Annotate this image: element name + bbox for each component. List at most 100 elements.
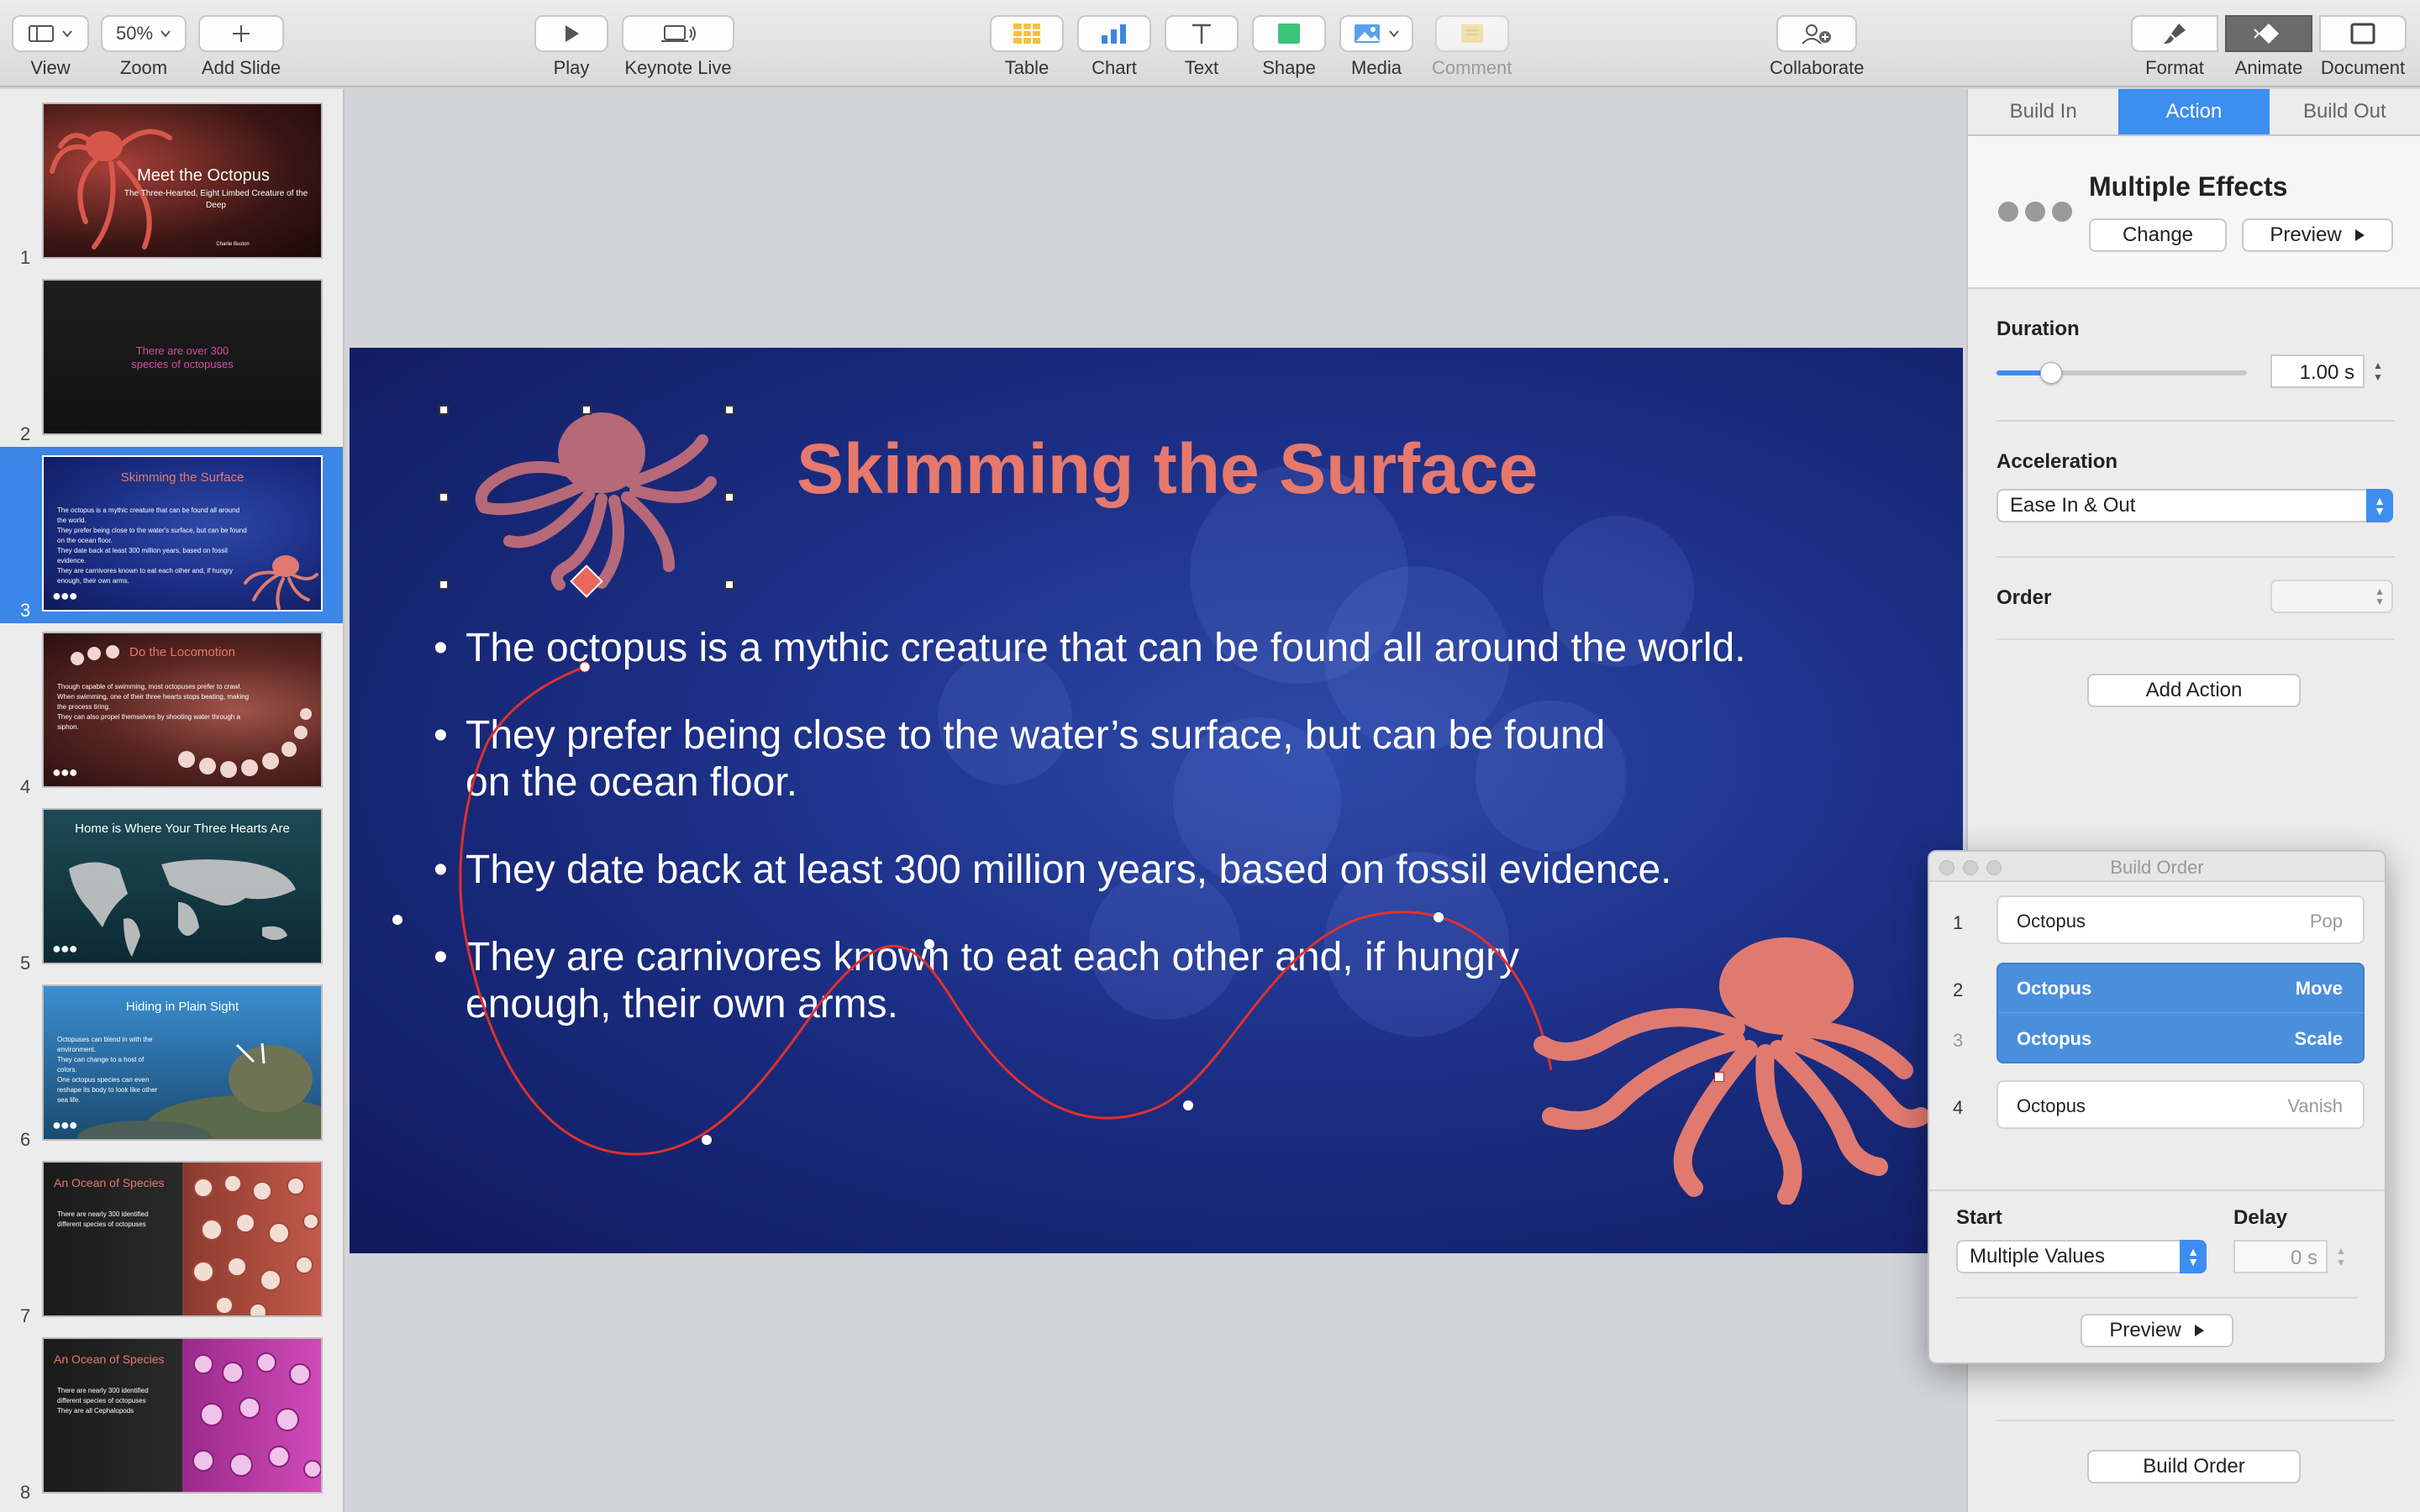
- animate-control[interactable]: Animate: [2222, 15, 2316, 79]
- add-slide-control[interactable]: Add Slide: [198, 15, 284, 79]
- selection-handle[interactable]: [439, 492, 449, 502]
- collaborate-control[interactable]: Collaborate: [1770, 15, 1865, 79]
- start-select[interactable]: Multiple Values ▲ ▼: [1956, 1240, 2207, 1273]
- media-control[interactable]: Media: [1339, 15, 1413, 79]
- motion-path[interactable]: [459, 740, 1553, 1156]
- selection-handle[interactable]: [724, 492, 734, 502]
- path-node[interactable]: [702, 1135, 712, 1145]
- octopus-end-image[interactable]: [1509, 936, 1946, 1205]
- slide-thumb-image: There are over 300 species of octopuses: [42, 279, 323, 435]
- selection-handle[interactable]: [724, 405, 734, 415]
- preview-button[interactable]: Preview: [2242, 218, 2393, 252]
- text-control[interactable]: Text: [1165, 15, 1239, 79]
- selection-handle[interactable]: [724, 580, 734, 590]
- slide-thumbnail-6[interactable]: Hiding in Plain Sight Octopuses can blen…: [0, 976, 343, 1152]
- tab-action[interactable]: Action: [2118, 89, 2270, 134]
- selection-handle[interactable]: [439, 580, 449, 590]
- document-control[interactable]: Document: [2316, 15, 2410, 79]
- tab-build-out[interactable]: Build Out: [2270, 89, 2420, 134]
- add-slide-button[interactable]: [198, 15, 284, 52]
- media-button[interactable]: [1339, 15, 1413, 52]
- divider: [1996, 556, 2395, 558]
- start-value: Multiple Values: [1970, 1245, 2105, 1268]
- path-node[interactable]: [924, 939, 934, 949]
- format-label: Format: [2145, 57, 2204, 78]
- play-control[interactable]: Play: [534, 15, 608, 79]
- play-icon: [2194, 1325, 2204, 1336]
- format-button[interactable]: [2131, 15, 2218, 52]
- collaborate-button[interactable]: [1776, 15, 1858, 52]
- duration-slider-thumb[interactable]: [2039, 362, 2062, 384]
- slide-number: 6: [20, 1129, 31, 1150]
- window-titlebar[interactable]: Build Order: [1929, 852, 2385, 882]
- chart-control[interactable]: Chart: [1077, 15, 1151, 79]
- octopus-start-image[interactable]: [475, 412, 717, 591]
- path-points[interactable]: [392, 661, 591, 949]
- path-end-node[interactable]: [1714, 1072, 1724, 1082]
- delay-stepper[interactable]: ▲ ▼: [2333, 1240, 2349, 1273]
- tab-build-in[interactable]: Build In: [1968, 89, 2118, 134]
- paintbrush-icon: [2164, 24, 2186, 45]
- zoom-control[interactable]: 50% Zoom: [101, 15, 187, 79]
- divider: [1996, 420, 2395, 422]
- zoom-select[interactable]: 50%: [101, 15, 187, 52]
- build-order-item[interactable]: Octopus Move: [1998, 964, 2363, 1013]
- effect-panel: Multiple Effects Change Preview: [1968, 136, 2420, 289]
- acceleration-select[interactable]: Ease In & Out ▲ ▼: [1996, 489, 2393, 522]
- keynote-live-button[interactable]: [622, 15, 734, 52]
- build-order-button[interactable]: Build Order: [2087, 1450, 2301, 1483]
- selection-handle[interactable]: [581, 405, 592, 415]
- slide-thumbnail-3[interactable]: Skimming the Surface The octopus is a my…: [0, 447, 343, 623]
- window-title: Build Order: [2110, 857, 2204, 878]
- text-button[interactable]: [1165, 15, 1239, 52]
- build-order-item[interactable]: Octopus Scale: [1998, 1015, 2363, 1063]
- chart-label: Chart: [1092, 57, 1137, 78]
- add-action-button[interactable]: Add Action: [2087, 674, 2301, 707]
- order-select[interactable]: ▲ ▼: [2270, 580, 2393, 613]
- slide-thumb-image: Skimming the Surface The octopus is a my…: [42, 455, 323, 612]
- slide-thumb-image: Meet the Octopus The Three-Hearted, Eigh…: [42, 102, 323, 259]
- zoom-label: Zoom: [119, 57, 168, 78]
- shape-button[interactable]: [1252, 15, 1326, 52]
- change-button[interactable]: Change: [2089, 218, 2227, 252]
- slide-number: 8: [20, 1482, 31, 1503]
- slide-thumbnail-4[interactable]: Do the Locomotion Though capable of swim…: [0, 623, 343, 800]
- view-button[interactable]: [12, 15, 89, 52]
- path-node[interactable]: [392, 915, 402, 925]
- build-order-item[interactable]: Octopus Vanish: [1996, 1080, 2365, 1129]
- path-node[interactable]: [1434, 912, 1444, 922]
- view-control[interactable]: View: [12, 15, 89, 79]
- keynote-live-control[interactable]: Keynote Live: [622, 15, 734, 79]
- duration-stepper[interactable]: ▲ ▼: [2370, 354, 2386, 388]
- table-control[interactable]: Table: [990, 15, 1064, 79]
- selection-handle[interactable]: [439, 405, 449, 415]
- slide-thumbnail-2[interactable]: There are over 300 species of octopuses …: [0, 270, 343, 447]
- build-order-group[interactable]: Octopus Move Octopus Scale: [1996, 963, 2365, 1063]
- shape-control[interactable]: Shape: [1252, 15, 1326, 79]
- build-index: 4: [1953, 1097, 1964, 1118]
- build-order-item[interactable]: Octopus Pop: [1996, 895, 2365, 944]
- chevron-down-icon: [1389, 30, 1399, 38]
- duration-slider[interactable]: [1996, 362, 2247, 384]
- delay-field[interactable]: 0 s: [2233, 1240, 2328, 1273]
- duration-field[interactable]: 1.00 s: [2270, 354, 2365, 388]
- slide-number: 3: [20, 600, 31, 621]
- toolbar: View 50% Zoom Add Slide Play Keynote Liv…: [0, 0, 2420, 87]
- slide-thumbnail-7[interactable]: An Ocean of Species There are nearly 300…: [0, 1152, 343, 1329]
- slide-thumb-title: Meet the Octopus: [137, 166, 270, 185]
- chart-button[interactable]: [1077, 15, 1151, 52]
- slide-thumbnail-1[interactable]: Meet the Octopus The Three-Hearted, Eigh…: [0, 94, 343, 270]
- document-button[interactable]: [2319, 15, 2407, 52]
- path-node[interactable]: [1183, 1100, 1193, 1110]
- play-button[interactable]: [534, 15, 608, 52]
- build-order-preview-button[interactable]: Preview: [2081, 1314, 2233, 1347]
- slide-canvas[interactable]: Skimming the Surface The octopus is a my…: [350, 348, 1963, 1253]
- format-control[interactable]: Format: [2128, 15, 2222, 79]
- animate-button[interactable]: [2225, 15, 2312, 52]
- slide-thumbnail-8[interactable]: An Ocean of Species There are nearly 300…: [0, 1329, 343, 1505]
- build-item-name: Octopus: [2017, 978, 2092, 999]
- media-label: Media: [1351, 57, 1402, 78]
- plus-icon: [233, 25, 250, 42]
- table-button[interactable]: [990, 15, 1064, 52]
- slide-thumbnail-5[interactable]: Home is Where Your Three Hearts Are ●●● …: [0, 800, 343, 976]
